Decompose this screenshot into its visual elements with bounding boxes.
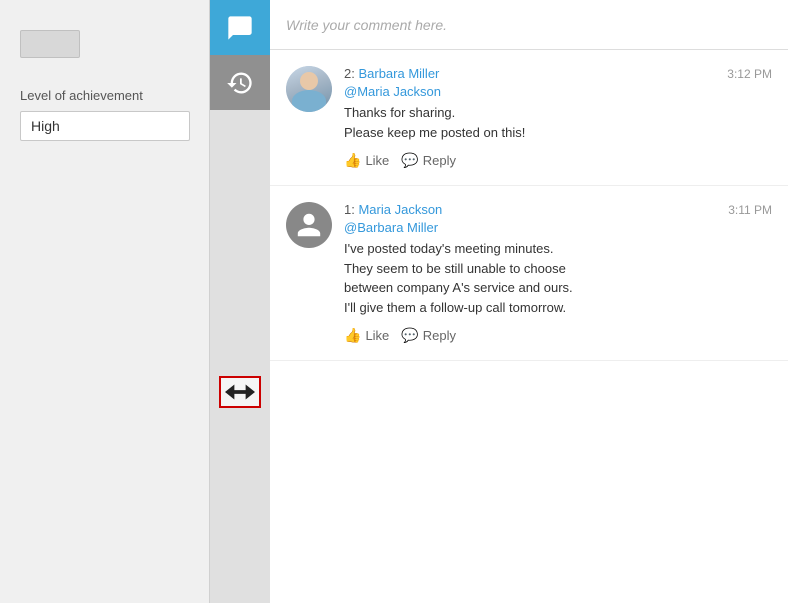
comment-header-maria: 1: Maria Jackson 3:11 PM	[344, 202, 772, 217]
resize-handle[interactable]	[219, 376, 261, 408]
like-label-maria: Like	[365, 328, 389, 343]
comment-author-name-maria: Maria Jackson	[358, 202, 442, 217]
reply-icon-barbara: 💬	[401, 152, 418, 169]
comment-item: 2: Barbara Miller 3:12 PM @Maria Jackson…	[270, 50, 788, 186]
history-tab[interactable]	[210, 55, 270, 110]
comment-body-barbara: 2: Barbara Miller 3:12 PM @Maria Jackson…	[344, 66, 772, 169]
avatar-photo-barbara	[286, 66, 332, 112]
avatar-maria	[286, 202, 332, 248]
default-avatar-icon	[295, 211, 323, 239]
history-icon	[226, 69, 254, 97]
level-of-achievement-label: Level of achievement	[20, 88, 189, 103]
sidebar-empty-box	[20, 30, 80, 58]
resize-horizontal-icon	[225, 382, 255, 402]
like-label-barbara: Like	[365, 153, 389, 168]
reply-label-barbara: Reply	[423, 153, 456, 168]
avatar-body	[292, 90, 326, 112]
comment-item-maria: 1: Maria Jackson 3:11 PM @Barbara Miller…	[270, 186, 788, 361]
like-button-maria[interactable]: 👍 Like	[344, 327, 389, 344]
sidebar: Level of achievement High	[0, 0, 210, 603]
comment-tab[interactable]	[210, 0, 270, 55]
comment-input-placeholder[interactable]: Write your comment here.	[286, 17, 447, 33]
comment-actions-barbara: 👍 Like 💬 Reply	[344, 152, 772, 169]
level-of-achievement-value: High	[20, 111, 190, 141]
comment-actions-maria: 👍 Like 💬 Reply	[344, 327, 772, 344]
comment-text-barbara: Thanks for sharing.Please keep me posted…	[344, 103, 772, 142]
comment-body-maria: 1: Maria Jackson 3:11 PM @Barbara Miller…	[344, 202, 772, 344]
comment-author-id-barbara: 2: Barbara Miller	[344, 66, 439, 81]
comment-author-name-barbara: Barbara Miller	[358, 66, 439, 81]
comment-mention-barbara: @Maria Jackson	[344, 84, 772, 99]
reply-button-maria[interactable]: 💬 Reply	[401, 327, 456, 344]
like-button-barbara[interactable]: 👍 Like	[344, 152, 389, 169]
comments-list: 2: Barbara Miller 3:12 PM @Maria Jackson…	[270, 50, 788, 603]
avatar	[286, 66, 332, 112]
like-icon-maria: 👍	[344, 327, 361, 344]
comment-author-id-maria: 1: Maria Jackson	[344, 202, 442, 217]
like-icon-barbara: 👍	[344, 152, 361, 169]
comment-header-barbara: 2: Barbara Miller 3:12 PM	[344, 66, 772, 81]
comment-time-maria: 3:11 PM	[728, 203, 772, 217]
comment-icon	[226, 14, 254, 42]
main-content: Write your comment here. 2: Barbara Mill…	[270, 0, 788, 603]
reply-icon-maria: 💬	[401, 327, 418, 344]
icon-column	[210, 0, 270, 603]
avatar-head	[300, 72, 318, 90]
comment-time-barbara: 3:12 PM	[727, 67, 772, 81]
reply-label-maria: Reply	[423, 328, 456, 343]
comment-mention-maria: @Barbara Miller	[344, 220, 772, 235]
comment-text-maria: I've posted today's meeting minutes. The…	[344, 239, 772, 317]
comment-input-area[interactable]: Write your comment here.	[270, 0, 788, 50]
reply-button-barbara[interactable]: 💬 Reply	[401, 152, 456, 169]
